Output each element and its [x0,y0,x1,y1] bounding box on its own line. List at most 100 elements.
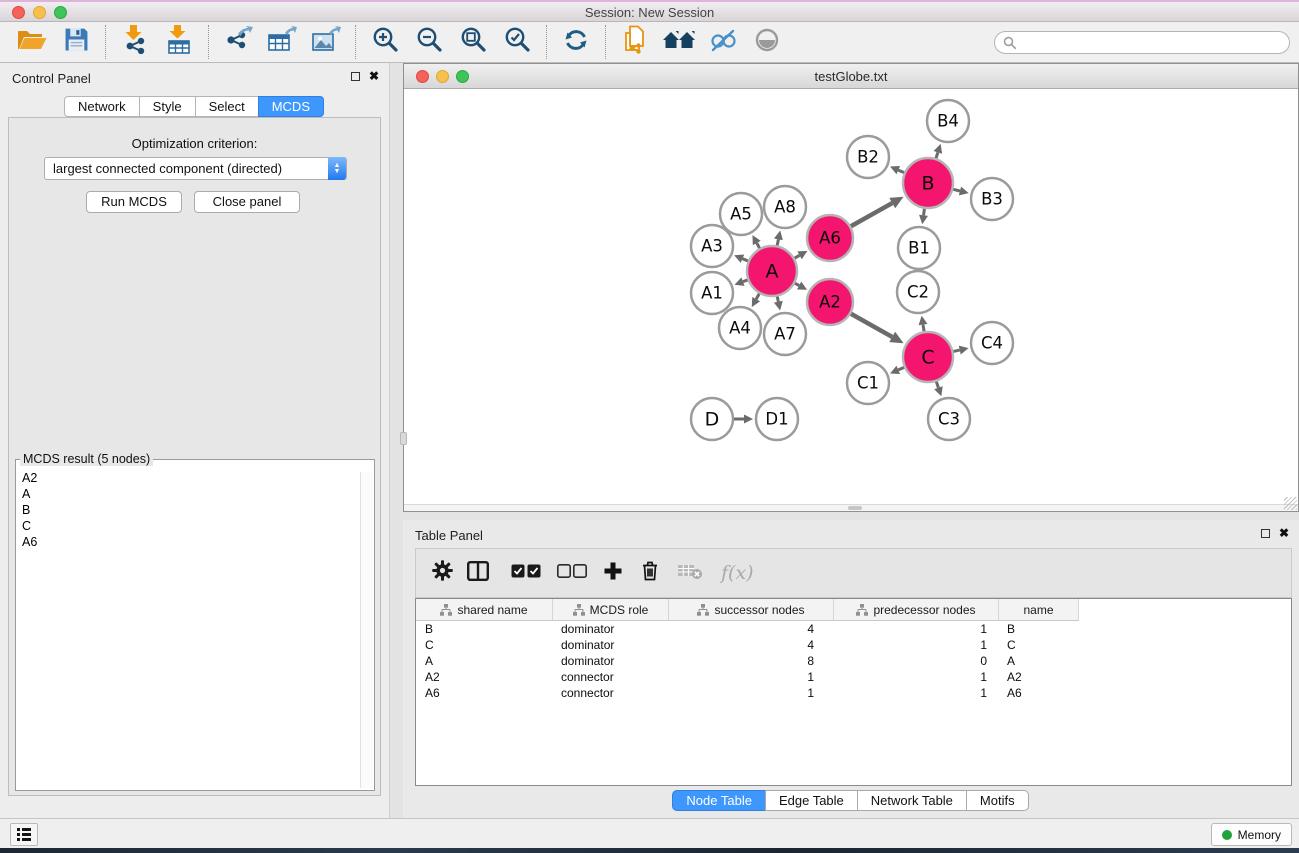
edge-B-B3[interactable] [953,187,968,196]
cell-predecessor-nodes[interactable]: 1 [834,669,999,685]
hide-details-button[interactable] [701,24,745,60]
node-A8[interactable]: A8 [764,186,806,228]
node-B4[interactable]: B4 [927,100,969,142]
cell-MCDS-role[interactable]: connector [553,685,669,701]
search-input[interactable] [994,31,1290,54]
float-table-panel-icon[interactable] [1261,529,1270,538]
export-image-button[interactable] [304,24,348,60]
edge-C-C1[interactable] [890,366,904,374]
node-A4[interactable]: A4 [719,307,761,349]
node-C2[interactable]: C2 [897,271,939,313]
node-B[interactable]: B [903,158,953,208]
edge-A-A4[interactable] [752,294,760,307]
node-A6[interactable]: A6 [807,215,853,261]
zoom-fit-button[interactable] [451,24,495,60]
edge-C-C3[interactable] [934,382,943,397]
edge-B-B2[interactable] [890,166,904,174]
cell-MCDS-role[interactable]: connector [553,669,669,685]
node-A2[interactable]: A2 [807,279,853,325]
optimization-criterion-select[interactable]: largest connected component (directed) ▲… [44,157,347,180]
show-preview-button[interactable] [745,24,789,60]
mcds-result-item[interactable]: A [22,486,37,502]
column-header-shared-name[interactable]: shared name [416,599,553,621]
cell-successor-nodes[interactable]: 8 [669,653,834,669]
table-row[interactable]: Cdominator41C [416,637,1291,653]
select-all-checkboxes-button[interactable] [511,564,541,583]
tab-style[interactable]: Style [139,96,196,117]
node-A1[interactable]: A1 [691,272,733,314]
column-header-MCDS-role[interactable]: MCDS role [553,599,669,621]
tab-motifs[interactable]: Motifs [966,790,1029,811]
save-session-button[interactable] [54,24,98,60]
table-row[interactable]: Adominator80A [416,653,1291,669]
import-table-button[interactable] [157,24,201,60]
column-header-successor-nodes[interactable]: successor nodes [669,599,834,621]
edge-B-B1[interactable] [919,209,928,224]
cell-shared-name[interactable]: A6 [416,685,553,701]
edge-D-D1[interactable] [734,415,753,424]
float-panel-icon[interactable] [351,72,360,81]
cell-predecessor-nodes[interactable]: 0 [834,653,999,669]
tab-mcds[interactable]: MCDS [258,96,324,117]
node-A[interactable]: A [747,246,797,296]
zoom-selected-button[interactable] [495,24,539,60]
delete-column-button[interactable] [641,560,659,586]
node-A5[interactable]: A5 [720,193,762,235]
clone-network-button[interactable] [613,24,657,60]
add-column-button[interactable] [603,561,623,586]
cell-successor-nodes[interactable]: 4 [669,637,834,653]
mcds-result-item[interactable]: A2 [22,470,37,486]
node-B3[interactable]: B3 [971,178,1013,220]
edge-A-A3[interactable] [734,255,748,263]
cell-shared-name[interactable]: A2 [416,669,553,685]
node-A3[interactable]: A3 [691,225,733,267]
task-history-button[interactable] [10,823,38,846]
column-header-name[interactable]: name [999,599,1079,621]
import-network-button[interactable] [113,24,157,60]
memory-button[interactable]: Memory [1211,823,1292,846]
node-D[interactable]: D [691,398,733,440]
cell-shared-name[interactable]: C [416,637,553,653]
cell-MCDS-role[interactable]: dominator [553,653,669,669]
table-row[interactable]: A2connector11A2 [416,669,1291,685]
function-builder-button[interactable]: f(x) [721,562,754,584]
edge-A-A7[interactable] [774,296,783,310]
column-header-predecessor-nodes[interactable]: predecessor nodes [834,599,999,621]
edge-A2-C[interactable] [851,314,904,344]
node-C[interactable]: C [903,332,953,382]
network-window-titlebar[interactable]: testGlobe.txt [404,64,1298,89]
cell-predecessor-nodes[interactable]: 1 [834,685,999,701]
deselect-all-checkboxes-button[interactable] [557,564,587,583]
tab-network-table[interactable]: Network Table [857,790,967,811]
edge-C-C4[interactable] [953,346,968,355]
tab-select[interactable]: Select [195,96,259,117]
delete-table-button[interactable] [677,562,703,585]
node-C1[interactable]: C1 [847,362,889,404]
table-row[interactable]: Bdominator41B [416,621,1291,637]
cell-successor-nodes[interactable]: 1 [669,685,834,701]
mcds-result-item[interactable]: C [22,518,37,534]
cell-predecessor-nodes[interactable]: 1 [834,637,999,653]
node-D1[interactable]: D1 [756,398,798,440]
cell-MCDS-role[interactable]: dominator [553,621,669,637]
settings-gear-button[interactable] [432,560,453,586]
cell-name[interactable]: A6 [999,685,1079,701]
mcds-result-scrollbar[interactable] [360,472,373,788]
zoom-in-button[interactable] [363,24,407,60]
export-network-button[interactable] [216,24,260,60]
node-A7[interactable]: A7 [764,313,806,355]
mcds-result-item[interactable]: B [22,502,37,518]
cell-shared-name[interactable]: A [416,653,553,669]
cell-name[interactable]: B [999,621,1079,637]
window-resize-grip[interactable] [1284,497,1297,510]
close-panel-icon[interactable]: ✖ [369,71,379,81]
node-C3[interactable]: C3 [928,398,970,440]
tab-node-table[interactable]: Node Table [672,790,766,811]
close-panel-button[interactable]: Close panel [194,191,300,213]
edge-A-A2[interactable] [795,282,807,290]
node-B1[interactable]: B1 [898,227,940,269]
zoom-out-button[interactable] [407,24,451,60]
edge-A-A1[interactable] [735,277,748,285]
network-vertical-scrollbar[interactable] [400,432,407,445]
cell-MCDS-role[interactable]: dominator [553,637,669,653]
